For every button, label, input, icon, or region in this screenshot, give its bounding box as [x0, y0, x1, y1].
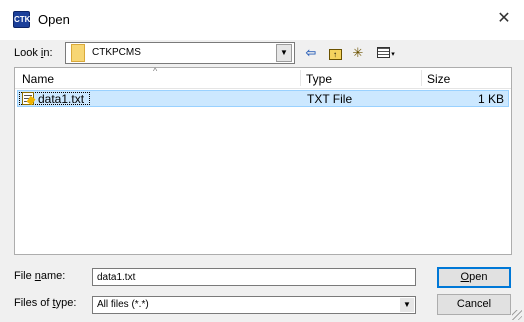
column-separator[interactable]: [300, 70, 301, 86]
text-file-icon: [22, 92, 34, 105]
new-folder-icon[interactable]: ✳: [348, 44, 368, 62]
view-menu-icon[interactable]: ▾: [374, 44, 398, 62]
folder-icon: [71, 44, 85, 62]
file-name: data1.txt: [38, 92, 85, 106]
back-icon[interactable]: ⇦: [302, 44, 320, 62]
resize-grip-icon[interactable]: [512, 310, 522, 320]
lookin-value: CTKPCMS: [92, 47, 141, 58]
open-button[interactable]: Open: [437, 267, 511, 288]
filename-label: File name:: [14, 270, 66, 282]
filetype-value: All files (*.*): [97, 299, 149, 310]
sort-ascending-icon: ^: [153, 66, 158, 76]
close-button[interactable]: ✕: [492, 8, 516, 30]
cancel-button[interactable]: Cancel: [437, 294, 511, 315]
window-title: Open: [38, 12, 70, 27]
up-folder-icon[interactable]: ↑: [326, 44, 344, 62]
file-list[interactable]: Name ^ Type Size data1.txt TXT File 1 KB: [14, 66, 512, 255]
column-separator[interactable]: [421, 70, 422, 86]
filetype-label: Files of type:: [14, 297, 77, 309]
list-header: Name ^ Type Size: [15, 66, 511, 89]
ctk-app-icon: CTK: [13, 11, 30, 28]
lookin-dropdown[interactable]: CTKPCMS: [65, 42, 295, 64]
title-bar: CTK Open ✕: [0, 0, 524, 40]
chevron-down-icon[interactable]: ▼: [400, 298, 414, 312]
column-header-size[interactable]: Size: [427, 68, 450, 88]
filename-input[interactable]: [92, 268, 416, 286]
filetype-dropdown[interactable]: All files (*.*) ▼: [92, 296, 416, 314]
file-type: TXT File: [307, 92, 353, 106]
list-item[interactable]: data1.txt TXT File 1 KB: [17, 90, 509, 107]
lookin-dropdown-arrow-icon[interactable]: ▼: [276, 44, 292, 62]
file-size: 1 KB: [477, 92, 504, 106]
column-header-name[interactable]: Name: [22, 68, 54, 88]
lookin-label: Look in:: [14, 47, 53, 59]
column-header-type[interactable]: Type: [306, 68, 332, 88]
